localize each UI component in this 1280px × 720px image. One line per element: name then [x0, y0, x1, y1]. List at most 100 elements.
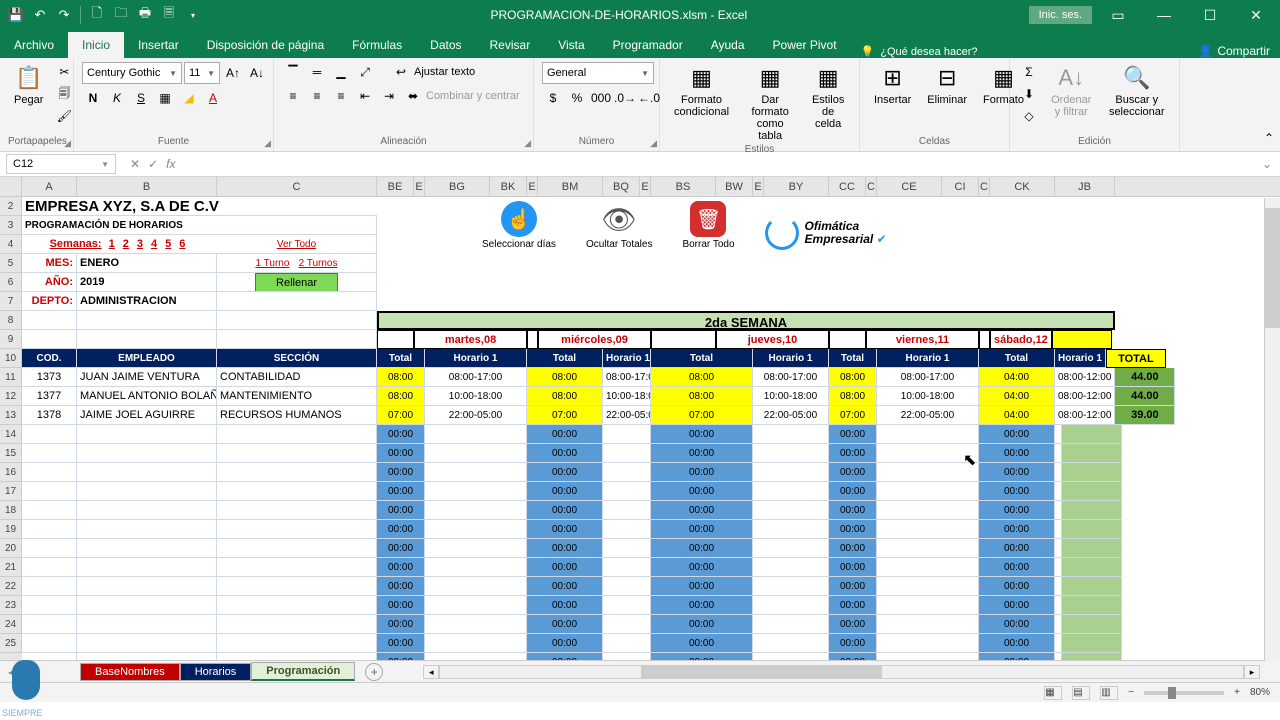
cell[interactable]	[603, 425, 651, 444]
cell[interactable]: 08:00	[651, 368, 753, 387]
row-header[interactable]: 10	[0, 349, 22, 368]
cell[interactable]: viernes,11	[866, 330, 979, 349]
cell[interactable]: 00:00	[979, 596, 1055, 615]
maximize-icon[interactable]: ☐	[1190, 0, 1230, 30]
rellenar-button[interactable]: Rellenar	[255, 273, 338, 292]
cell[interactable]: 2019	[77, 273, 217, 292]
cell[interactable]	[1062, 539, 1122, 558]
cell[interactable]	[877, 615, 979, 634]
col-header[interactable]: BM	[538, 177, 603, 196]
cell[interactable]	[22, 330, 77, 349]
cell[interactable]: 00:00	[527, 501, 603, 520]
cell[interactable]	[217, 577, 377, 596]
cell[interactable]	[217, 558, 377, 577]
cell[interactable]	[603, 463, 651, 482]
cell[interactable]: 00:00	[651, 634, 753, 653]
cell[interactable]: 44.00	[1115, 387, 1175, 406]
row-header[interactable]: 4	[0, 235, 22, 254]
cell[interactable]	[217, 520, 377, 539]
cell[interactable]: 00:00	[829, 482, 877, 501]
cell[interactable]	[22, 425, 77, 444]
seleccionar-dias-button[interactable]: ☝Seleccionar días	[482, 201, 556, 250]
cell[interactable]: 00:00	[377, 520, 425, 539]
cell[interactable]: 00:00	[651, 425, 753, 444]
cell[interactable]	[217, 539, 377, 558]
cell[interactable]: 00:00	[979, 539, 1055, 558]
cell[interactable]: 00:00	[527, 634, 603, 653]
cell[interactable]	[603, 634, 651, 653]
cell[interactable]: AÑO:	[22, 273, 77, 292]
percent-icon[interactable]: %	[566, 88, 588, 108]
cell[interactable]	[1062, 501, 1122, 520]
cell[interactable]: MANTENIMIENTO	[217, 387, 377, 406]
cell[interactable]: 08:00	[527, 387, 603, 406]
close-icon[interactable]: ✕	[1236, 0, 1276, 30]
cell[interactable]: 00:00	[829, 444, 877, 463]
cell[interactable]	[603, 615, 651, 634]
cell[interactable]	[1055, 501, 1062, 520]
cell[interactable]	[829, 330, 866, 349]
cell[interactable]	[603, 444, 651, 463]
col-header[interactable]: C	[217, 177, 377, 196]
qat-more-icon[interactable]: ▾	[185, 7, 201, 23]
cell[interactable]: 00:00	[527, 482, 603, 501]
cell[interactable]	[527, 330, 538, 349]
row-header[interactable]: 14	[0, 425, 22, 444]
inc-decimal-icon[interactable]: .0→	[614, 88, 636, 108]
tab-disposicion[interactable]: Disposición de página	[193, 32, 338, 58]
cell[interactable]	[425, 634, 527, 653]
cell[interactable]: Horario 1	[425, 349, 527, 368]
cell[interactable]: 22:00-05:00	[877, 406, 979, 425]
cell[interactable]	[77, 501, 217, 520]
page-break-icon[interactable]: ▥	[1100, 686, 1118, 700]
row-header[interactable]: 23	[0, 596, 22, 615]
cell[interactable]: Horario 1	[753, 349, 829, 368]
cell[interactable]	[753, 520, 829, 539]
cell[interactable]	[1055, 558, 1062, 577]
align-right-icon[interactable]: ≡	[330, 86, 352, 106]
cell[interactable]: EMPLEADO	[77, 349, 217, 368]
number-format-combo[interactable]: General▼	[542, 62, 654, 84]
fx-icon[interactable]: fx	[166, 157, 175, 171]
cell[interactable]: martes,08	[414, 330, 527, 349]
cell[interactable]: sábado,12	[990, 330, 1052, 349]
border-icon[interactable]: ▦	[154, 88, 176, 108]
cell[interactable]	[1062, 463, 1122, 482]
cell[interactable]	[425, 558, 527, 577]
cell[interactable]: Horario 1	[1055, 349, 1106, 368]
cell[interactable]: 00:00	[651, 501, 753, 520]
cell[interactable]	[753, 634, 829, 653]
cell[interactable]	[877, 482, 979, 501]
align-center-icon[interactable]: ≡	[306, 86, 328, 106]
zoom-level[interactable]: 80%	[1250, 687, 1270, 698]
cell[interactable]	[1062, 520, 1122, 539]
clipboard-launcher-icon[interactable]: ◢	[64, 138, 71, 149]
cell[interactable]: 00:00	[979, 653, 1055, 660]
cell[interactable]: 07:00	[651, 406, 753, 425]
tell-me[interactable]: 💡¿Qué desea hacer?	[861, 45, 978, 58]
cell[interactable]	[603, 653, 651, 660]
indent-inc-icon[interactable]: ⇥	[378, 86, 400, 106]
new-icon[interactable]: 🗋	[89, 7, 105, 23]
cell[interactable]	[1055, 653, 1062, 660]
cell[interactable]	[1062, 596, 1122, 615]
cell[interactable]: 00:00	[651, 577, 753, 596]
underline-icon[interactable]: S	[130, 88, 152, 108]
font-color-icon[interactable]: A	[202, 88, 224, 108]
cell[interactable]: 00:00	[651, 615, 753, 634]
cell[interactable]: 00:00	[377, 444, 425, 463]
row-header[interactable]: 20	[0, 539, 22, 558]
currency-icon[interactable]: $	[542, 88, 564, 108]
cell[interactable]: 10:00-18:00	[877, 387, 979, 406]
zoom-in-icon[interactable]: +	[1234, 687, 1240, 698]
cell[interactable]	[603, 558, 651, 577]
row-header[interactable]: 16	[0, 463, 22, 482]
cell[interactable]	[877, 520, 979, 539]
tab-revisar[interactable]: Revisar	[476, 32, 545, 58]
cell[interactable]	[22, 501, 77, 520]
cell[interactable]	[77, 539, 217, 558]
clear-icon[interactable]: ◇	[1018, 106, 1040, 126]
cell[interactable]	[603, 520, 651, 539]
cell[interactable]	[217, 444, 377, 463]
cell[interactable]	[77, 482, 217, 501]
